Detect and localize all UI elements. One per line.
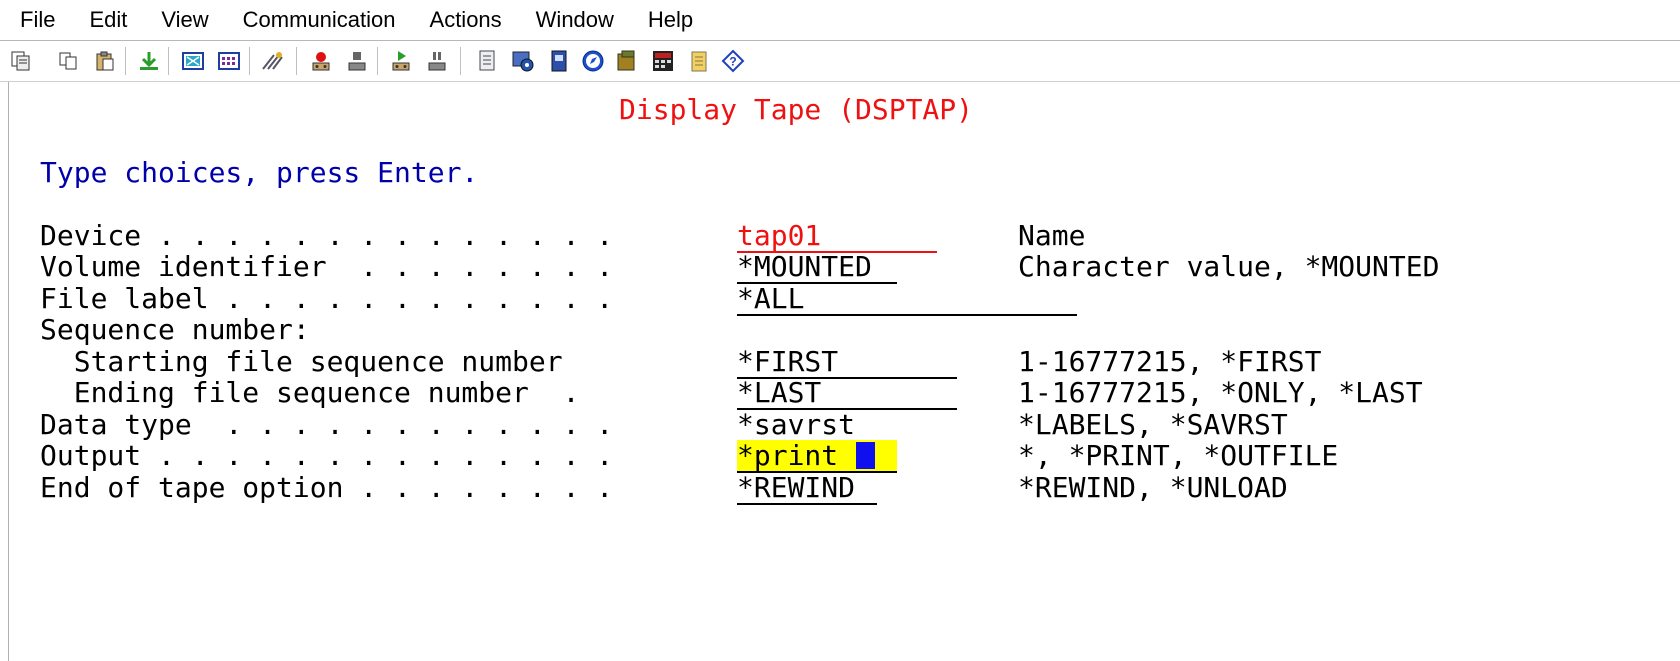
ending-sequence-hint: 1-16777215, *ONLY, *LAST [1018, 376, 1423, 409]
macro-icon[interactable] [260, 47, 286, 75]
terminal-screen[interactable]: Display Tape (DSPTAP) Type choices, pres… [8, 82, 1680, 661]
settings-icon[interactable] [510, 47, 536, 75]
copy-screen-icon[interactable] [8, 47, 34, 75]
record-macro-icon[interactable] [308, 47, 334, 75]
menu-edit[interactable]: Edit [69, 0, 141, 40]
file-label-input[interactable]: *ALL [737, 283, 1077, 316]
volume-identifier-label: Volume identifier . . . . . . . . [40, 250, 614, 283]
data-type-hint: *LABELS, *SAVRST [1018, 408, 1288, 441]
end-of-tape-input[interactable]: *REWIND [737, 472, 877, 505]
sequence-number-label: Sequence number: [40, 313, 310, 346]
transfer-icon[interactable] [614, 47, 640, 75]
stop-macro-icon[interactable] [344, 47, 370, 75]
clipboard-icon[interactable] [686, 47, 712, 75]
menu-bar: File Edit View Communication Actions Win… [0, 0, 1680, 41]
menu-view[interactable]: View [141, 0, 222, 40]
file-label-label: File label . . . . . . . . . . . . [40, 282, 614, 315]
menu-window[interactable]: Window [516, 0, 628, 40]
ending-sequence-label: Ending file sequence number . [40, 376, 580, 409]
ending-sequence-input[interactable]: *LAST [737, 377, 957, 410]
download-icon[interactable] [136, 47, 162, 75]
device-input[interactable]: tap01 [737, 220, 937, 253]
svg-text:?: ? [729, 55, 736, 69]
device-label: Device . . . . . . . . . . . . . . [40, 219, 614, 252]
toolbar: ? [0, 41, 1680, 82]
starting-sequence-hint: 1-16777215, *FIRST [1018, 345, 1322, 378]
data-type-input[interactable]: *savrst [737, 409, 877, 442]
volume-identifier-hint: Character value, *MOUNTED [1018, 250, 1440, 283]
keypad-icon[interactable] [216, 47, 242, 75]
volume-identifier-input[interactable]: *MOUNTED [737, 251, 897, 284]
instruction-text: Type choices, press Enter. [40, 156, 479, 189]
sql-icon[interactable] [650, 47, 676, 75]
starting-sequence-label: Starting file sequence number [40, 345, 563, 378]
pause-macro-icon[interactable] [424, 47, 450, 75]
screen-title: Display Tape (DSPTAP) [619, 93, 974, 126]
end-of-tape-label: End of tape option . . . . . . . . [40, 471, 614, 504]
menu-actions[interactable]: Actions [410, 0, 516, 40]
help-icon[interactable]: ? [720, 47, 746, 75]
copy-icon[interactable] [56, 47, 82, 75]
play-macro-icon[interactable] [388, 47, 414, 75]
device-hint: Name [1018, 219, 1086, 252]
paste-icon[interactable] [92, 47, 118, 75]
menu-communication[interactable]: Communication [223, 0, 410, 40]
menu-help[interactable]: Help [628, 0, 707, 40]
end-of-tape-hint: *REWIND, *UNLOAD [1018, 471, 1288, 504]
output-hint: *, *PRINT, *OUTFILE [1018, 439, 1339, 472]
menu-file[interactable]: File [0, 0, 69, 40]
display-icon[interactable] [180, 47, 206, 75]
notes-icon[interactable] [474, 47, 500, 75]
data-type-label: Data type . . . . . . . . . . . . [40, 408, 614, 441]
navigator-icon[interactable] [580, 47, 606, 75]
text-cursor [856, 442, 875, 469]
output-label: Output . . . . . . . . . . . . . . [40, 439, 614, 472]
starting-sequence-input[interactable]: *FIRST [737, 346, 957, 379]
print-icon[interactable] [546, 47, 572, 75]
